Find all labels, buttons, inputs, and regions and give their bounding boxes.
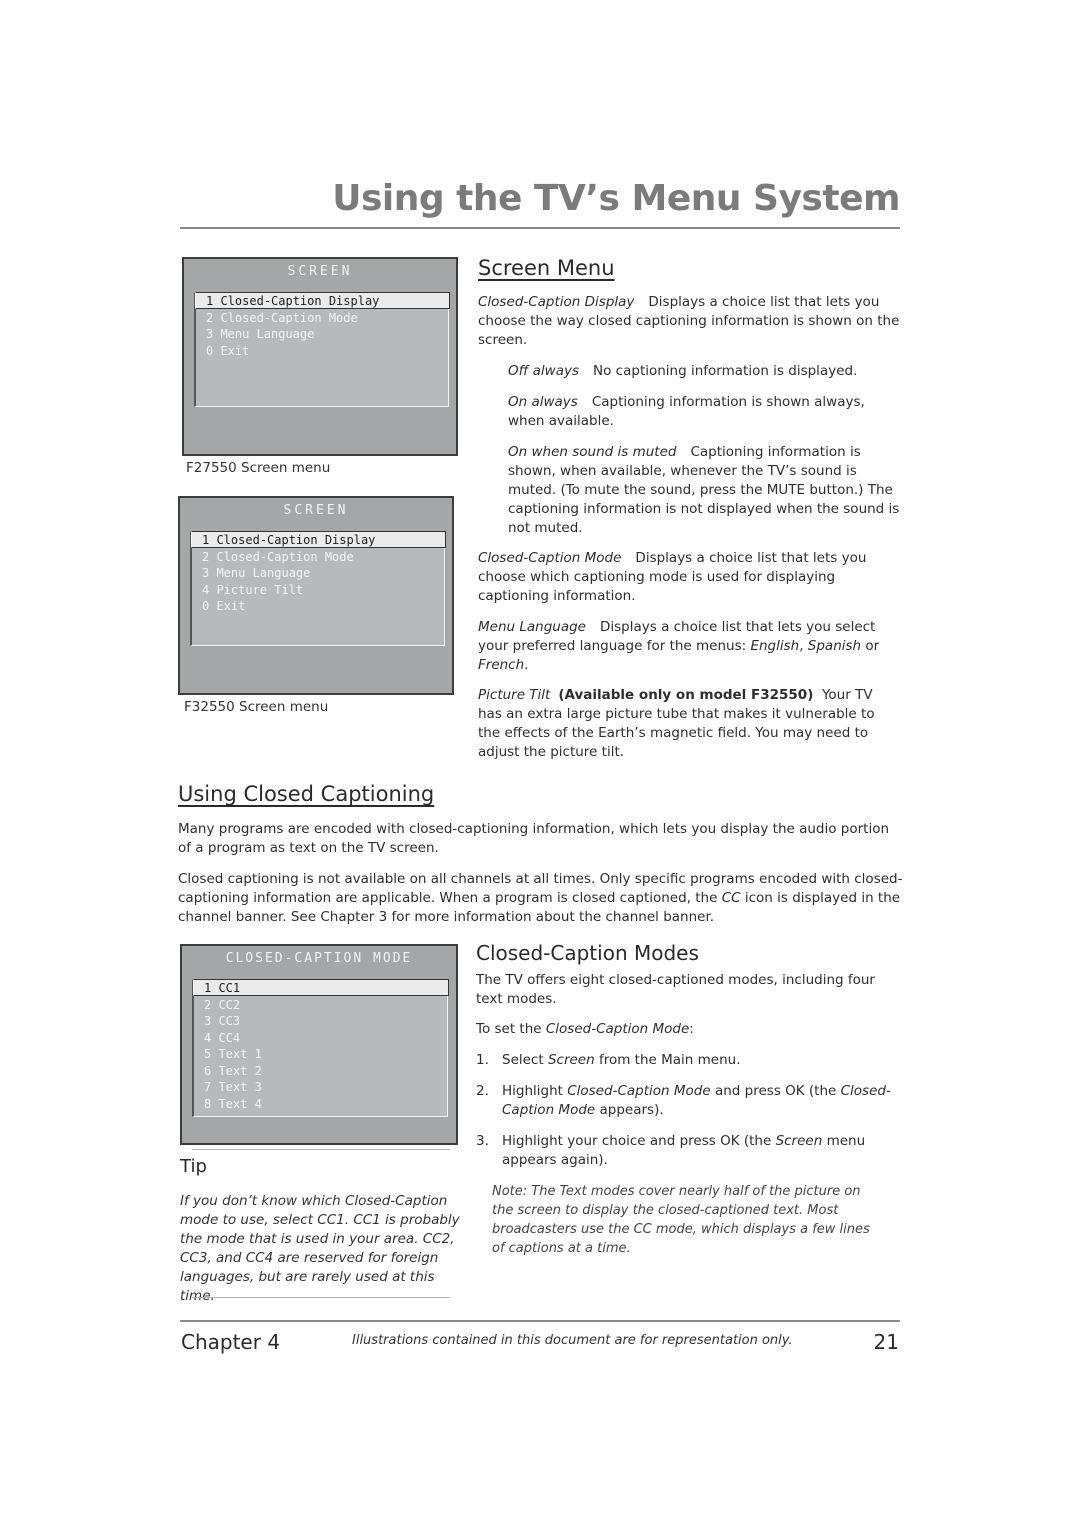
menu-item-menu-language: 3 Menu Language xyxy=(206,327,315,341)
menu-title: SCREEN xyxy=(283,503,349,518)
menu-list: 1 Closed-Caption Display 2 Closed-Captio… xyxy=(194,292,450,407)
closed-captioning-availability: Closed captioning is not available on al… xyxy=(178,871,903,925)
closed-caption-mode-menu-illustration: CLOSED-CAPTION MODE 1 CC1 2 CC2 3 CC3 4 … xyxy=(180,944,458,1145)
tip-heading: Tip xyxy=(180,1156,207,1177)
emphasis: Closed-Caption Mode xyxy=(567,1083,711,1099)
option-on-when-muted: On when sound is muted Captioning informa… xyxy=(508,444,900,536)
menu-item-cc4: 4 CC4 xyxy=(204,1031,241,1045)
menu-item-text1: 5 Text 1 xyxy=(204,1047,262,1061)
menu-item-picture-tilt: 4 Picture Tilt xyxy=(202,583,304,597)
tip-bottom-divider xyxy=(192,1297,450,1298)
f32550-caption: F32550 Screen menu xyxy=(184,699,329,715)
cc-modes-steps: 1. Select Screen from the Main menu. 2. … xyxy=(476,1051,906,1176)
cc-modes-to-set: To set the Closed-Caption Mode: xyxy=(476,1021,694,1037)
option-on-always: On always Captioning information is shown… xyxy=(508,394,865,429)
menu-item-cc3: 3 CC3 xyxy=(204,1014,241,1028)
emphasis: Screen xyxy=(547,1052,595,1068)
closed-captioning-heading: Using Closed Captioning xyxy=(178,782,435,806)
cc-modes-note: Note: The Text modes cover nearly half o… xyxy=(492,1184,870,1256)
step-text: Highlight Closed-Caption Mode and press … xyxy=(502,1082,902,1120)
cc-icon-reference: CC xyxy=(721,890,741,906)
step-text: Select Screen from the Main menu. xyxy=(502,1051,906,1070)
closed-captioning-intro: Many programs are encoded with closed-ca… xyxy=(178,821,890,856)
menu-list: 1 CC1 2 CC2 3 CC3 4 CC4 5 Text 1 6 Text … xyxy=(192,979,449,1117)
cc-mode-description: Closed-Caption Mode Displays a choice lis… xyxy=(478,550,867,604)
menu-title: CLOSED-CAPTION MODE xyxy=(225,951,413,966)
footer-disclaimer: Illustrations contained in this document… xyxy=(352,1333,793,1348)
menu-item-text4: 8 Text 4 xyxy=(204,1097,262,1111)
step-fragment: Select xyxy=(502,1052,548,1068)
step-fragment: and press OK (the xyxy=(710,1083,841,1099)
step-fragment: from the Main menu. xyxy=(594,1052,741,1068)
menu-item-text3: 7 Text 3 xyxy=(204,1080,262,1094)
menu-item-cc1: 1 CC1 xyxy=(193,979,449,996)
footer-chapter: Chapter 4 xyxy=(181,1330,281,1354)
step-fragment: Highlight your choice and press OK (the xyxy=(502,1133,776,1149)
menu-language-description: Menu Language Displays a choice list that… xyxy=(478,619,880,673)
cc-modes-heading: Closed-Caption Modes xyxy=(476,941,699,965)
menu-list: 1 Closed-Caption Display 2 Closed-Captio… xyxy=(190,531,446,646)
step-text: Highlight your choice and press OK (the … xyxy=(502,1132,872,1170)
f32550-screen-menu-illustration: SCREEN 1 Closed-Caption Display 2 Closed… xyxy=(178,496,454,695)
footer-divider xyxy=(180,1320,900,1322)
menu-item-closed-caption-mode: 2 Closed-Caption Mode xyxy=(206,311,358,325)
picture-tilt-description: Picture Tilt (Available only on model F32… xyxy=(478,687,875,760)
page-number: 21 xyxy=(873,1330,899,1354)
menu-item-text2: 6 Text 2 xyxy=(204,1064,262,1078)
page-title: Using the TV’s Menu System xyxy=(332,178,900,219)
screen-menu-heading: Screen Menu xyxy=(478,256,615,280)
emphasis: Screen xyxy=(775,1133,823,1149)
term: Closed-Caption Display xyxy=(478,294,635,310)
menu-item-closed-caption-display: 1 Closed-Caption Display xyxy=(195,292,450,309)
step-fragment: Highlight xyxy=(502,1083,568,1099)
tip-text: If you don’t know which Closed-Caption m… xyxy=(180,1193,460,1304)
menu-item-cc2: 2 CC2 xyxy=(204,998,241,1012)
menu-item-menu-language: 3 Menu Language xyxy=(202,566,311,580)
menu-item-closed-caption-mode: 2 Closed-Caption Mode xyxy=(202,550,354,564)
f27550-screen-menu-illustration: SCREEN 1 Closed-Caption Display 2 Closed… xyxy=(182,257,458,456)
menu-item-exit: 0 Exit xyxy=(206,344,250,358)
title-divider xyxy=(180,227,900,229)
menu-title: SCREEN xyxy=(287,264,353,279)
f27550-caption: F27550 Screen menu xyxy=(186,460,331,476)
step-fragment: appears). xyxy=(595,1102,664,1118)
cc-display-description: Closed-Caption Display Displays a choice … xyxy=(478,294,900,348)
menu-item-exit: 0 Exit xyxy=(202,599,246,613)
tip-top-divider xyxy=(192,1149,450,1150)
menu-item-closed-caption-display: 1 Closed-Caption Display xyxy=(191,531,446,548)
cc-modes-intro: The TV offers eight closed-captioned mod… xyxy=(476,972,875,1007)
option-off-always: Off always No captioning information is d… xyxy=(508,363,858,379)
